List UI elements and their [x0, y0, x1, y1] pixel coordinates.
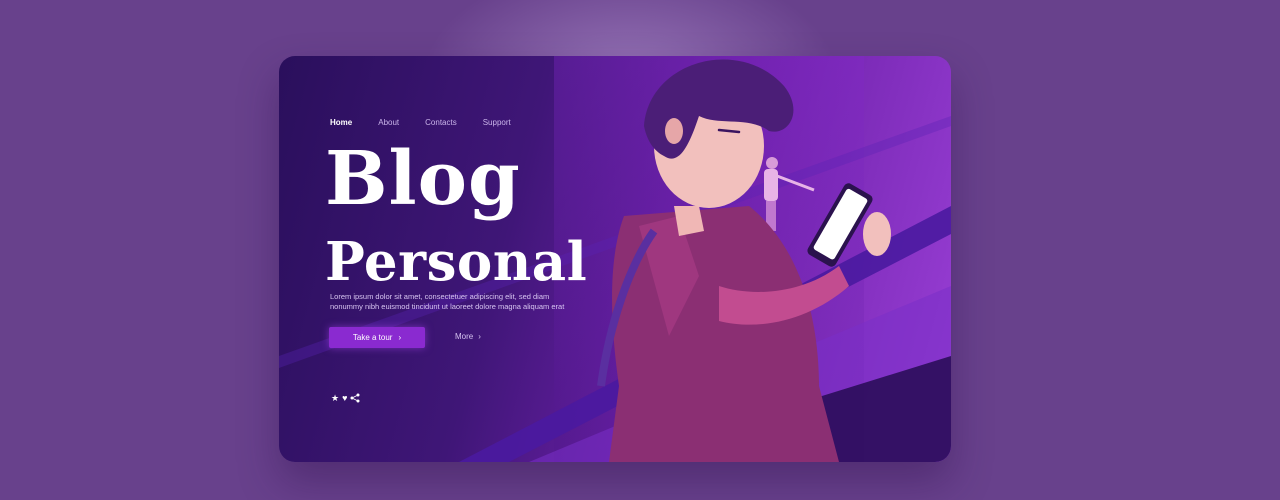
- landing-card: Home About Contacts Support Blog Persona…: [279, 56, 951, 462]
- star-icon[interactable]: ★: [331, 393, 339, 405]
- nav-contacts[interactable]: Contacts: [425, 118, 457, 127]
- social-icons: ★ ♥: [331, 393, 360, 405]
- nav-support[interactable]: Support: [483, 118, 511, 127]
- nav-home[interactable]: Home: [330, 118, 352, 127]
- hero-title-line1: Blog: [325, 136, 521, 222]
- nav-about[interactable]: About: [378, 118, 399, 127]
- share-icon[interactable]: [350, 393, 360, 405]
- chevron-right-icon: ›: [478, 332, 481, 341]
- hero-title-line2: Personal: [325, 231, 588, 293]
- chevron-right-icon: ›: [398, 333, 402, 342]
- top-nav: Home About Contacts Support: [330, 118, 537, 127]
- take-a-tour-button[interactable]: Take a tour ›: [329, 327, 425, 348]
- heart-icon[interactable]: ♥: [342, 393, 347, 405]
- take-a-tour-label: Take a tour: [352, 333, 393, 342]
- more-label: More: [455, 332, 474, 341]
- share-icon-glyph: [350, 393, 360, 403]
- hero-description: Lorem ipsum dolor sit amet, consectetuer…: [330, 292, 565, 311]
- more-button[interactable]: More ›: [455, 332, 481, 341]
